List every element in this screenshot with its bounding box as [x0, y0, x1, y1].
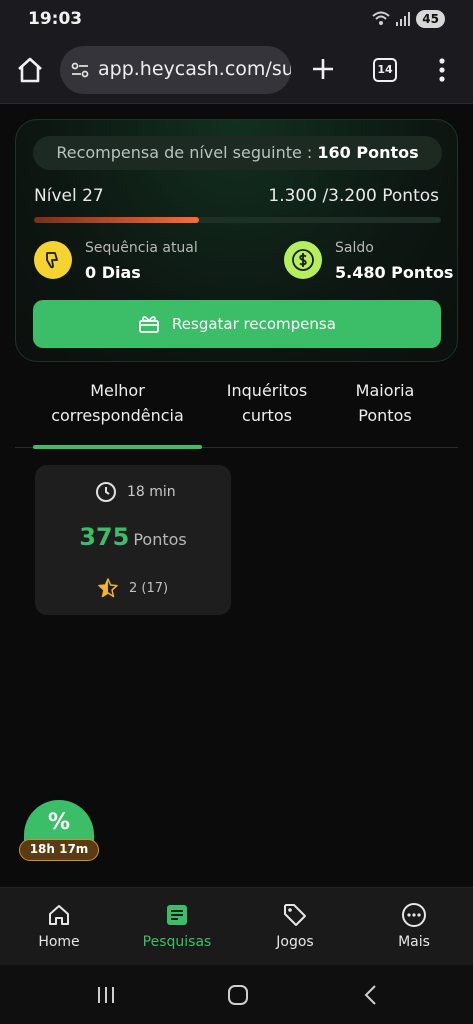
streak-value: 0 Dias — [85, 263, 141, 282]
survey-tabs: Melhor correspondência Inquéritos curtos… — [15, 370, 458, 449]
wifi-icon — [372, 11, 390, 25]
claim-reward-label: Resgatar recompensa — [172, 315, 336, 333]
tab-label-line1: Maioria — [355, 381, 415, 400]
nav-games[interactable]: Jogos — [250, 902, 340, 950]
next-reward-points: 160 Pontos — [317, 143, 419, 162]
tab-switcher-button[interactable]: 14 — [373, 58, 397, 82]
tab-label-line1: Inquéritos — [226, 381, 308, 400]
recent-apps-icon[interactable] — [94, 983, 118, 1007]
level-reward-card: Recompensa de nível seguinte : 160 Ponto… — [15, 119, 458, 362]
survey-points-value: 375 — [79, 523, 130, 551]
balance-value: 5.480 Pontos — [335, 263, 454, 282]
nav-more-label: Mais — [398, 934, 430, 950]
status-time: 19:03 — [28, 9, 83, 29]
dollar-icon — [284, 241, 322, 279]
nav-home[interactable]: Home — [14, 902, 104, 950]
home-icon[interactable] — [14, 54, 46, 86]
next-reward-banner: Recompensa de nível seguinte : 160 Ponto… — [33, 136, 442, 170]
tab-label-line2: Pontos — [358, 406, 412, 425]
level-progress-fill — [34, 217, 200, 223]
tab-label-line2: curtos — [242, 406, 292, 425]
tab-label-line1: Melhor — [90, 381, 145, 400]
balance-stat: Saldo 5.480 Pontos — [284, 240, 454, 284]
star-half-icon — [98, 578, 118, 598]
points-progress-text: 1.300 /3.200 Pontos — [268, 186, 439, 206]
survey-duration-text: 18 min — [127, 484, 176, 500]
tab-label-line2: correspondência — [51, 406, 184, 425]
more-options-icon[interactable] — [432, 56, 452, 84]
next-reward-label: Recompensa de nível seguinte : — [56, 143, 313, 162]
claim-reward-button[interactable]: Resgatar recompensa — [33, 300, 441, 348]
active-tab-indicator — [33, 445, 202, 449]
address-bar[interactable]: app.heycash.com/su — [60, 46, 291, 94]
site-settings-icon[interactable] — [70, 60, 90, 80]
clock-icon — [96, 482, 116, 502]
tab-most-points[interactable]: Maioria Pontos — [345, 378, 425, 428]
nav-home-label: Home — [38, 934, 80, 950]
streak-label: Sequência atual — [85, 240, 198, 256]
battery-indicator: 45 — [416, 10, 445, 28]
url-text: app.heycash.com/su — [98, 58, 291, 80]
thumbs-down-icon — [34, 241, 72, 279]
survey-points: 375 Pontos — [35, 523, 231, 551]
status-bar: 19:03 45 — [0, 0, 473, 38]
survey-rating-text: 2 (17) — [129, 580, 169, 596]
system-navigation — [0, 965, 473, 1024]
tab-best-match[interactable]: Melhor correspondência — [33, 378, 202, 428]
status-icons: 45 — [372, 10, 445, 28]
bonus-timer-widget[interactable]: % 18h 17m — [18, 800, 100, 864]
browser-toolbar: app.heycash.com/su 14 — [0, 38, 473, 104]
survey-rating: 2 (17) — [97, 577, 168, 599]
back-icon[interactable] — [359, 983, 383, 1007]
signal-icon — [396, 12, 411, 26]
streak-stat: Sequência atual 0 Dias — [34, 240, 234, 284]
tab-short-surveys[interactable]: Inquéritos curtos — [213, 378, 321, 428]
survey-duration: 18 min — [95, 481, 176, 503]
new-tab-icon[interactable] — [308, 54, 338, 84]
nav-surveys[interactable]: Pesquisas — [132, 902, 222, 950]
survey-points-unit: Pontos — [133, 530, 187, 549]
nav-surveys-label: Pesquisas — [142, 934, 212, 950]
home-icon — [49, 905, 69, 925]
balance-label: Saldo — [335, 240, 374, 256]
level-progress-bar — [34, 217, 441, 223]
nav-games-label: Jogos — [276, 934, 314, 950]
more-icon — [402, 903, 426, 927]
gift-icon — [139, 316, 159, 333]
survey-icon — [167, 905, 187, 925]
tag-icon — [284, 904, 306, 926]
survey-card[interactable]: 18 min 375 Pontos 2 (17) — [35, 465, 231, 615]
level-label: Nível 27 — [34, 186, 104, 206]
bottom-navigation: Home Pesquisas Jogos Mais — [0, 887, 473, 965]
nav-more[interactable]: Mais — [369, 902, 459, 950]
bonus-countdown: 18h 17m — [19, 839, 99, 861]
home-button-icon[interactable] — [226, 983, 250, 1007]
